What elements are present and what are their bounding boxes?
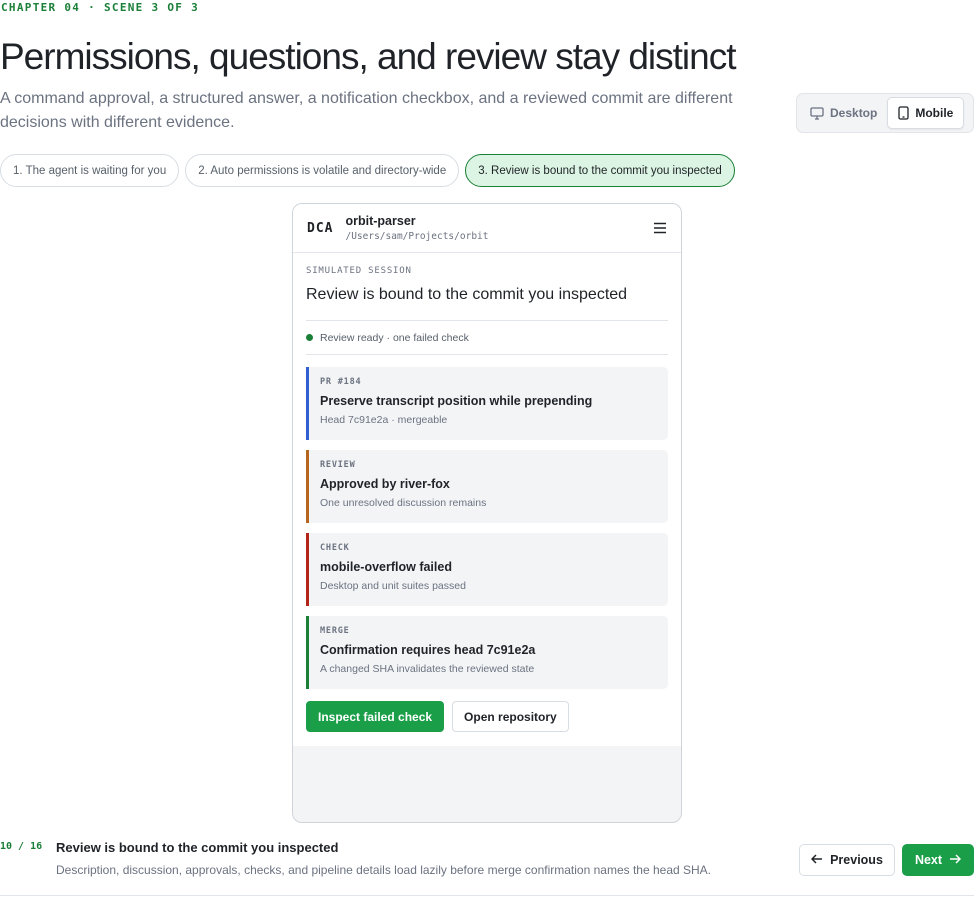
page-subtitle: A command approval, a structured answer,…: [0, 90, 733, 131]
merge-card[interactable]: MERGE Confirmation requires head 7c91e2a…: [306, 616, 668, 689]
app-header: DCA orbit-parser /Users/sam/Projects/orb…: [293, 204, 681, 253]
card-kicker: REVIEW: [320, 460, 356, 470]
card-subtitle: Desktop and unit suites passed: [320, 580, 466, 592]
page-title: Permissions, questions, and review stay …: [0, 36, 737, 77]
card-title: Preserve transcript position while prepe…: [320, 394, 593, 408]
phone-icon: [898, 106, 909, 120]
status-row: Review ready · one failed check: [306, 321, 668, 354]
previous-button[interactable]: Previous: [799, 844, 895, 876]
arrow-left-icon: [811, 853, 823, 867]
view-toggle: Desktop Mobile: [796, 93, 974, 133]
scene-steps: 1. The agent is waiting for you 2. Auto …: [0, 154, 735, 187]
repo-path: /Users/sam/Projects/orbit: [345, 231, 489, 242]
inspect-failed-check-button[interactable]: Inspect failed check: [306, 701, 445, 732]
desktop-toggle-button[interactable]: Desktop: [800, 97, 887, 129]
card-title: Approved by river-fox: [320, 477, 450, 491]
status-dot-icon: [306, 334, 313, 341]
step-3[interactable]: 3. Review is bound to the commit you ins…: [465, 154, 735, 187]
previous-label: Previous: [830, 853, 883, 867]
next-button[interactable]: Next: [902, 844, 974, 876]
footer-divider: [0, 895, 974, 896]
card-subtitle: Head 7c91e2a · mergeable: [320, 414, 448, 426]
check-card[interactable]: CHECK mobile-overflow failed Desktop and…: [306, 533, 668, 606]
page: CHAPTER 04 · SCENE 3 OF 3 Permissions, q…: [0, 0, 974, 897]
mobile-preview: DCA orbit-parser /Users/sam/Projects/orb…: [292, 203, 682, 823]
pr-card[interactable]: PR #184 Preserve transcript position whi…: [306, 367, 668, 440]
monitor-icon: [810, 106, 824, 120]
app-logo: DCA: [307, 220, 334, 236]
chapter-eyebrow: CHAPTER 04 · SCENE 3 OF 3: [1, 1, 200, 14]
footer-description: Description, discussion, approvals, chec…: [56, 863, 712, 877]
card-list: PR #184 Preserve transcript position whi…: [306, 367, 668, 689]
mobile-toggle-button[interactable]: Mobile: [887, 97, 965, 129]
session-title: Review is bound to the commit you inspec…: [306, 286, 628, 303]
step-2[interactable]: 2. Auto permissions is volatile and dire…: [185, 154, 460, 187]
card-title: Confirmation requires head 7c91e2a: [320, 643, 536, 657]
footer-title: Review is bound to the commit you inspec…: [56, 840, 339, 855]
step-1[interactable]: 1. The agent is waiting for you: [0, 154, 180, 187]
card-kicker: MERGE: [320, 626, 350, 636]
mobile-toggle-label: Mobile: [915, 106, 954, 120]
desktop-toggle-label: Desktop: [830, 106, 878, 120]
card-title: mobile-overflow failed: [320, 560, 452, 574]
open-repository-button[interactable]: Open repository: [452, 701, 569, 732]
card-kicker: CHECK: [320, 543, 350, 553]
scene-counter: 10 / 16: [0, 841, 43, 852]
card-subtitle: One unresolved discussion remains: [320, 497, 487, 509]
repo-name: orbit-parser: [345, 214, 416, 228]
next-label: Next: [914, 853, 943, 867]
status-text: Review ready · one failed check: [320, 331, 469, 344]
arrow-right-icon: [949, 853, 962, 867]
review-card[interactable]: REVIEW Approved by river-fox One unresol…: [306, 450, 668, 523]
divider: [306, 354, 668, 355]
action-row: Inspect failed check Open repository: [306, 701, 668, 732]
session-panel: SIMULATED SESSION Review is bound to the…: [293, 253, 681, 746]
card-subtitle: A changed SHA invalidates the reviewed s…: [320, 663, 535, 675]
session-label: SIMULATED SESSION: [306, 266, 412, 276]
repo-info: orbit-parser /Users/sam/Projects/orbit: [345, 214, 488, 242]
hamburger-menu-icon[interactable]: [653, 222, 667, 234]
card-kicker: PR #184: [320, 377, 362, 387]
